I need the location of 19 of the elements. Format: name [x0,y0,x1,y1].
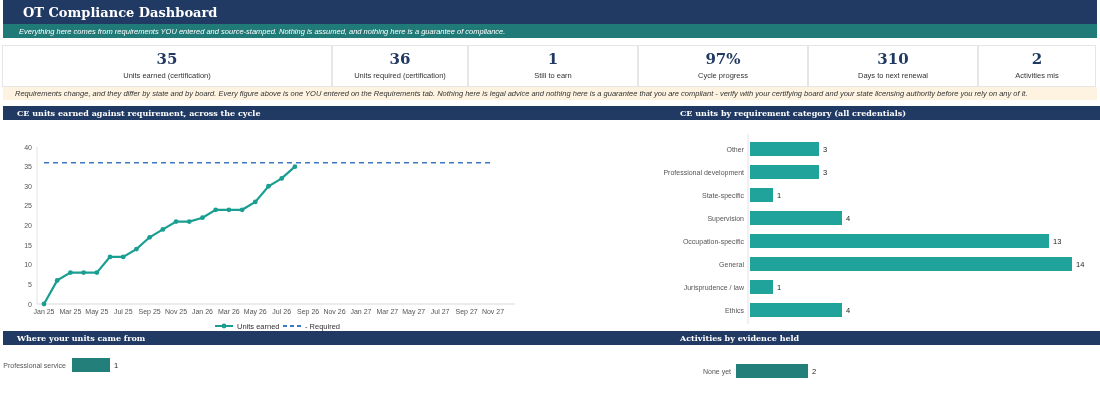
line-marker-icon [214,324,234,329]
kpi-value: 2 [1031,52,1043,67]
dashed-line-icon [282,325,302,328]
kpi-value: 1 [547,52,559,67]
panel-title: CE units earned against requirement, across the cycle [17,108,261,119]
bar [750,188,773,203]
dashboard-title: OT Compliance Dashboard [23,4,218,20]
kpi-value: 97% [705,52,741,67]
bar [750,165,819,180]
bar [750,280,773,295]
panel-title: Where your units came from [17,333,146,344]
kpi-value: 36 [389,52,411,67]
bar [72,358,110,373]
kpi-value: 310 [877,52,909,67]
panel-title: Activities by evidence held [680,333,800,344]
panel-title: CE units by requirement category (all credentials) [680,108,906,119]
kpi-value: 35 [156,52,178,67]
bar [750,142,819,157]
bar [736,364,808,379]
